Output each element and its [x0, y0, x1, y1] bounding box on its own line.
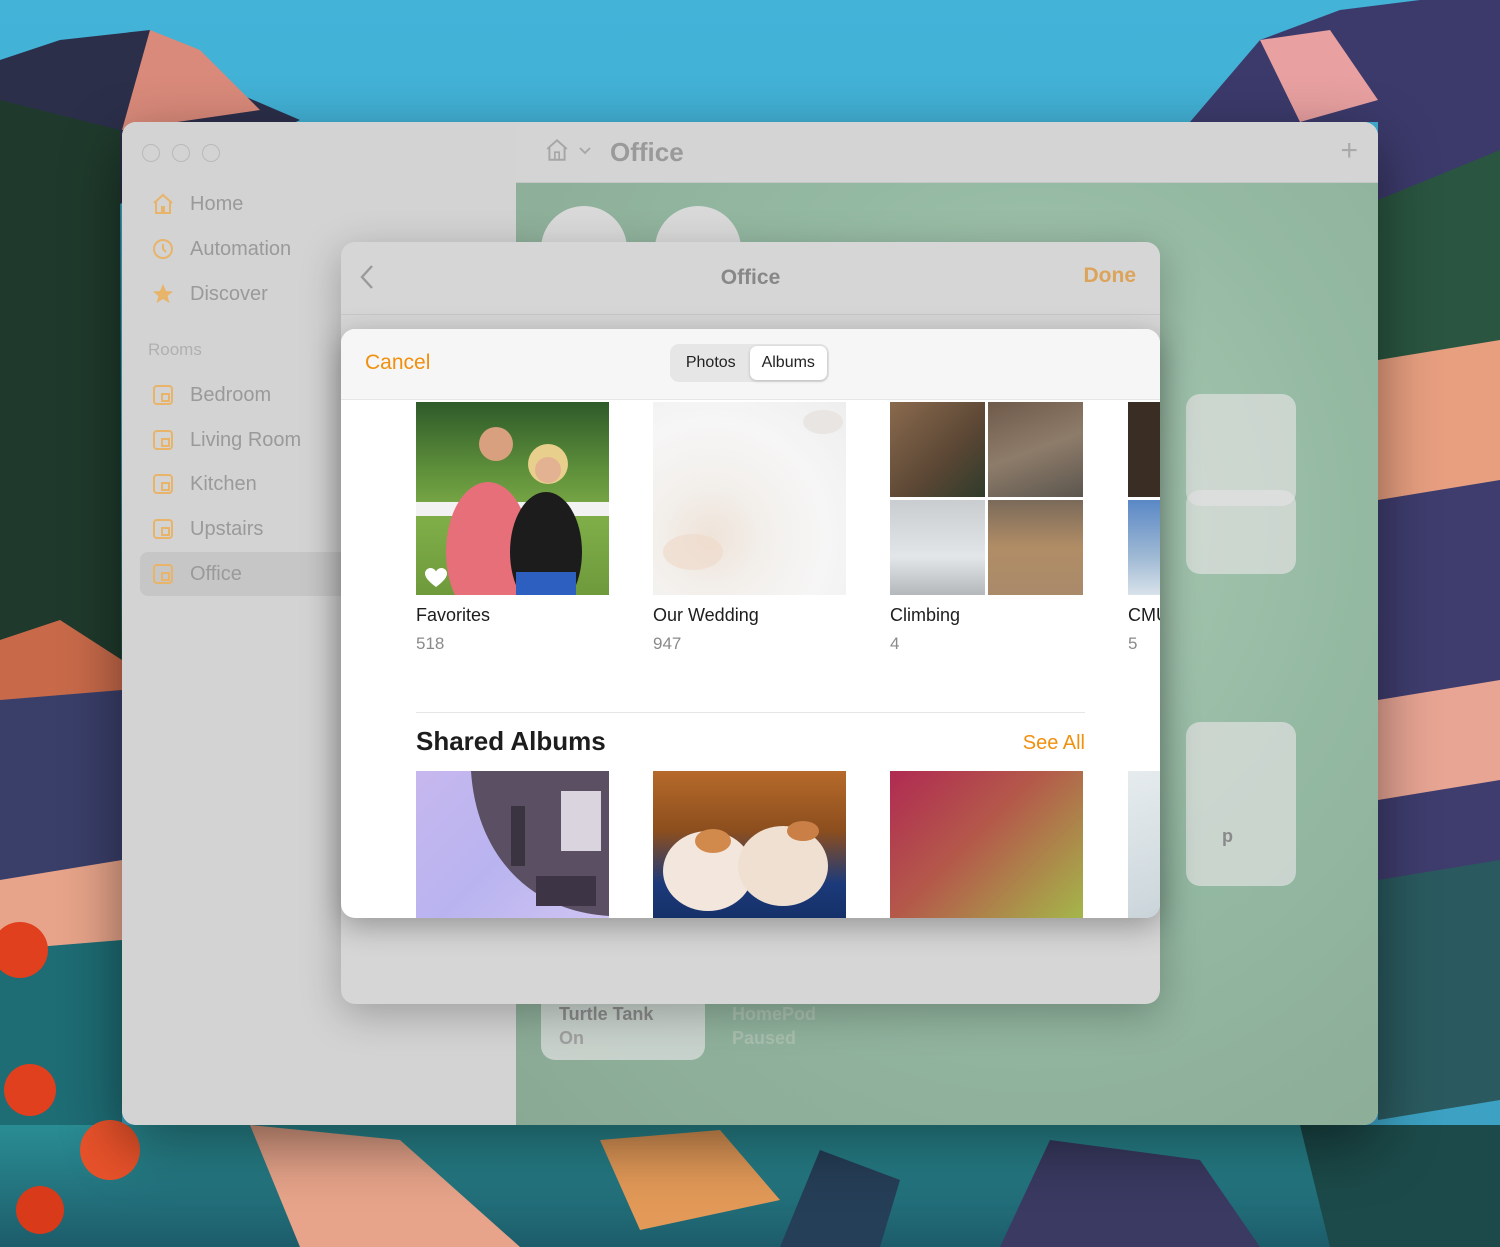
rooms-section-header: Rooms [148, 340, 202, 359]
shared-album-thumbnail[interactable] [416, 771, 609, 918]
album-cmu[interactable]: CMU 5 [1128, 402, 1160, 654]
room-icon [150, 382, 176, 408]
album-thumbnail [890, 402, 1083, 595]
accessory-tile[interactable]: p [1186, 722, 1296, 886]
star-icon [150, 281, 176, 307]
sidebar-item-label: Kitchen [190, 472, 257, 495]
album-thumbnail [416, 402, 609, 595]
segment-albums[interactable]: Albums [749, 346, 827, 380]
album-name: CMU [1128, 605, 1160, 625]
album-count: 518 [416, 634, 445, 653]
chevron-left-icon [360, 265, 373, 289]
segment-photos[interactable]: Photos [672, 346, 750, 380]
shared-album-thumbnail[interactable] [890, 771, 1083, 918]
chevron-down-icon [578, 143, 592, 162]
back-button[interactable] [359, 264, 375, 295]
album-thumbnail [1128, 402, 1160, 595]
sheet-header: Office Done [341, 242, 1160, 315]
accessory-status: Paused [732, 1028, 797, 1048]
section-divider [416, 712, 1085, 713]
photos-albums-segmented-control: Photos Albums [670, 344, 829, 382]
sidebar-item-label: Office [190, 562, 242, 585]
accessory-name: HomePod [732, 1004, 817, 1024]
window-controls [142, 144, 220, 162]
sidebar-item-label: Home [190, 192, 244, 215]
add-button[interactable]: + [1340, 134, 1358, 168]
sidebar-item-label: Discover [190, 282, 268, 305]
sidebar-item-label: Living Room [190, 428, 302, 451]
photo-picker-dialog: Cancel Photos Albums Favorites 518 Our W… [341, 329, 1160, 918]
album-climbing[interactable]: Climbing 4 [890, 402, 1083, 654]
album-our-wedding[interactable]: Our Wedding 947 [653, 402, 846, 654]
accessory-tile[interactable] [1186, 490, 1296, 574]
album-count: 947 [653, 634, 682, 653]
accessory-tile-partial-label: p [1222, 826, 1233, 846]
album-thumbnail [653, 402, 846, 595]
house-icon [544, 137, 570, 168]
home-menu-button[interactable] [544, 137, 592, 168]
close-window-button[interactable] [142, 144, 160, 162]
album-name: Climbing [890, 605, 961, 625]
sheet-title: Office [720, 266, 781, 289]
room-icon [150, 427, 176, 453]
accessory-status: On [559, 1028, 584, 1048]
minimize-window-button[interactable] [172, 144, 190, 162]
picker-header: Cancel Photos Albums [341, 329, 1160, 400]
accessory-name: Turtle Tank [559, 1004, 654, 1024]
shared-albums-heading: Shared Albums [416, 726, 606, 756]
see-all-link[interactable]: See All [1023, 732, 1085, 755]
shared-album-thumbnail[interactable] [1128, 771, 1160, 918]
room-icon [150, 516, 176, 542]
clock-icon [150, 236, 176, 262]
sidebar-item-label: Bedroom [190, 383, 272, 406]
album-name: Favorites [416, 605, 491, 625]
shared-album-thumbnail[interactable] [653, 771, 846, 918]
house-icon [150, 191, 176, 217]
done-button[interactable]: Done [1084, 264, 1137, 288]
album-count: 4 [890, 634, 900, 653]
main-toolbar: Office + [516, 122, 1378, 183]
room-icon [150, 471, 176, 497]
sidebar-item-label: Upstairs [190, 517, 264, 540]
cancel-button[interactable]: Cancel [365, 351, 430, 375]
album-name: Our Wedding [653, 605, 759, 625]
album-count: 5 [1128, 634, 1138, 653]
heart-icon [425, 568, 447, 587]
album-favorites[interactable]: Favorites 518 [416, 402, 609, 654]
sidebar-item-label: Automation [190, 237, 292, 260]
page-title: Office [610, 136, 684, 167]
zoom-window-button[interactable] [202, 144, 220, 162]
sidebar-item-home[interactable]: Home [140, 182, 500, 226]
room-icon [150, 561, 176, 587]
